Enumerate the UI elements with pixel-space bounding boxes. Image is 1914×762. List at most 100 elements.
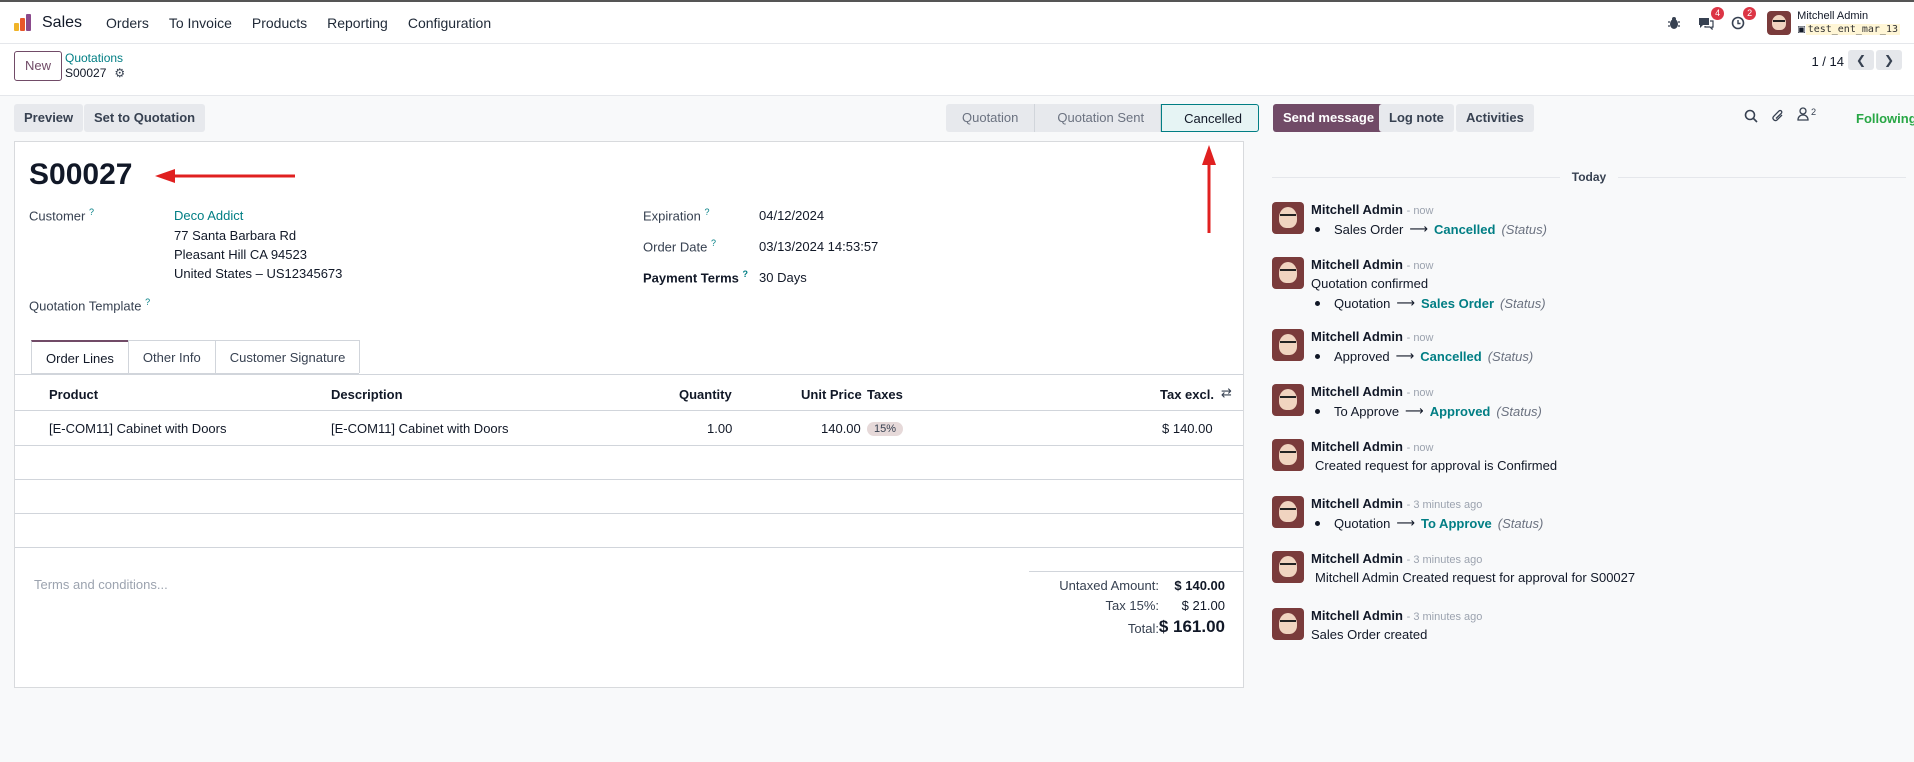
- message-body: Quotation confirmed Quotation ⟶ Sales Or…: [1311, 276, 1546, 311]
- row-quantity[interactable]: 1.00: [707, 421, 732, 436]
- terms-field[interactable]: Terms and conditions...: [34, 577, 168, 592]
- untaxed-amount-value: $ 140.00: [1174, 578, 1225, 593]
- table-row-line: [15, 513, 1243, 514]
- message-avatar[interactable]: [1272, 257, 1304, 289]
- row-description[interactable]: [E-COM11] Cabinet with Doors: [331, 421, 509, 436]
- order-date-field[interactable]: 03/13/2024 14:53:57: [759, 239, 878, 254]
- message-body: Sales Order ⟶ Cancelled (Status): [1311, 221, 1547, 237]
- stage-quotation-sent[interactable]: Quotation Sent: [1035, 104, 1162, 132]
- menu-reporting[interactable]: Reporting: [327, 15, 388, 31]
- paperclip-icon[interactable]: [1771, 109, 1785, 126]
- menu-configuration[interactable]: Configuration: [408, 15, 491, 31]
- send-message-button[interactable]: Send message: [1273, 104, 1385, 132]
- header-unit-price[interactable]: Unit Price: [801, 387, 862, 402]
- record-title: S00027: [29, 158, 133, 191]
- preview-button[interactable]: Preview: [14, 104, 84, 132]
- message-avatar[interactable]: [1272, 551, 1304, 583]
- untaxed-amount-label: Untaxed Amount:: [1059, 578, 1159, 593]
- message-author: Mitchell Admin - now: [1311, 384, 1434, 399]
- header-quantity[interactable]: Quantity: [679, 387, 732, 402]
- chatter-message: Mitchell Admin - now Created request for…: [1272, 439, 1906, 473]
- tab-divider: [15, 374, 1243, 375]
- stage-cancelled[interactable]: Cancelled: [1161, 104, 1259, 132]
- user-menu[interactable]: Mitchell Admin ▣ test_ent_mar_13: [1767, 10, 1900, 36]
- date-separator: Today: [1272, 170, 1907, 184]
- set-to-quotation-button[interactable]: Set to Quotation: [84, 104, 206, 132]
- tab-customer-signature[interactable]: Customer Signature: [214, 340, 361, 373]
- tax-badge: 15%: [867, 422, 904, 436]
- log-note-button[interactable]: Log note: [1379, 104, 1454, 132]
- tab-order-lines[interactable]: Order Lines: [31, 340, 129, 373]
- activities-button[interactable]: Activities: [1456, 104, 1534, 132]
- row-product[interactable]: [E-COM11] Cabinet with Doors: [49, 421, 227, 436]
- chevron-right-icon: ❯: [1883, 53, 1895, 67]
- header-taxes[interactable]: Taxes: [867, 387, 903, 402]
- message-avatar[interactable]: [1272, 329, 1304, 361]
- message-avatar[interactable]: [1272, 202, 1304, 234]
- sales-app-logo-icon[interactable]: [14, 13, 34, 33]
- row-unit-price[interactable]: 140.00: [821, 421, 861, 436]
- message-author: Mitchell Admin - 3 minutes ago: [1311, 496, 1483, 511]
- message-avatar[interactable]: [1272, 496, 1304, 528]
- expiration-field[interactable]: 04/12/2024: [759, 208, 824, 223]
- address-line-3: United States – US12345673: [174, 266, 343, 281]
- pager-next-button[interactable]: ❯: [1876, 50, 1902, 70]
- menu-to-invoice[interactable]: To Invoice: [169, 15, 232, 31]
- address-line-2: Pleasant Hill CA 94523: [174, 247, 307, 262]
- date-separator-label: Today: [1571, 170, 1607, 184]
- messages-count-badge: 4: [1711, 7, 1725, 20]
- message-avatar[interactable]: [1272, 608, 1304, 640]
- tracking-line: Quotation ⟶ To Approve (Status): [1311, 515, 1543, 531]
- quotation-template-label: Quotation Template ?: [29, 297, 151, 314]
- header-description[interactable]: Description: [331, 387, 403, 402]
- activities-clock-icon[interactable]: 2: [1729, 7, 1757, 32]
- search-icon[interactable]: [1744, 109, 1758, 126]
- message-text: Created request for approval is Confirme…: [1315, 458, 1558, 473]
- breadcrumb-current-label: S00027: [65, 66, 107, 80]
- breadcrumb-quotations-link[interactable]: Quotations: [65, 51, 123, 65]
- message-avatar[interactable]: [1272, 384, 1304, 416]
- message-author: Mitchell Admin - now: [1311, 439, 1434, 454]
- control-panel: New Quotations S00027 ⚙ 1 / 14 ❮ ❯: [0, 44, 1914, 96]
- chatter-message: Mitchell Admin - 3 minutes ago Quotation…: [1272, 496, 1906, 531]
- form-sheet: S00027 Customer ? Deco Addict 77 Santa B…: [14, 141, 1244, 688]
- following-button[interactable]: Following: [1856, 111, 1914, 126]
- tracking-line: Approved ⟶ Cancelled (Status): [1311, 348, 1533, 364]
- status-bar: Quotation Quotation Sent Cancelled: [946, 104, 1259, 132]
- messages-icon[interactable]: 4: [1697, 7, 1725, 32]
- user-avatar[interactable]: [1767, 11, 1792, 35]
- notebook-tabs: Order Lines Other Info Customer Signatur…: [31, 340, 361, 374]
- optional-columns-icon[interactable]: ⇄: [1221, 385, 1232, 401]
- tracking-line: Quotation ⟶ Sales Order (Status): [1311, 295, 1546, 311]
- message-author: Mitchell Admin - now: [1311, 257, 1434, 272]
- header-product[interactable]: Product: [49, 387, 98, 402]
- followers-button[interactable]: 2: [1797, 107, 1816, 124]
- menu-orders[interactable]: Orders: [106, 15, 149, 31]
- tab-other-info[interactable]: Other Info: [127, 340, 216, 373]
- stage-quotation[interactable]: Quotation: [946, 104, 1036, 132]
- payment-terms-label: Payment Terms ?: [643, 269, 748, 286]
- pager-value[interactable]: 1 / 14: [1811, 54, 1844, 69]
- pager-previous-button[interactable]: ❮: [1848, 50, 1874, 70]
- chatter-message: Mitchell Admin - now Quotation confirmed…: [1272, 257, 1906, 311]
- chatter-message: Mitchell Admin - now To Approve ⟶ Approv…: [1272, 384, 1906, 419]
- arrow-right-icon: ⟶: [1395, 348, 1415, 363]
- menu-products[interactable]: Products: [252, 15, 307, 31]
- table-row-line: [15, 445, 1243, 446]
- table-row[interactable]: [E-COM11] Cabinet with Doors [E-COM11] C…: [15, 411, 1243, 445]
- customer-link[interactable]: Deco Addict: [174, 208, 243, 223]
- annotation-arrow-up: [1202, 145, 1216, 233]
- arrow-right-icon: ⟶: [1409, 221, 1429, 236]
- header-tax-excl[interactable]: Tax excl.: [1160, 387, 1214, 402]
- new-button[interactable]: New: [14, 51, 63, 81]
- bug-icon[interactable]: [1665, 14, 1683, 32]
- quotation-template-field[interactable]: [174, 294, 474, 314]
- row-taxes[interactable]: 15%: [867, 420, 904, 436]
- top-navbar: Sales Orders To Invoice Products Reporti…: [0, 0, 1914, 44]
- user-name: Mitchell Admin: [1797, 10, 1869, 22]
- gear-icon[interactable]: ⚙: [114, 66, 125, 80]
- payment-terms-field[interactable]: 30 Days: [759, 270, 807, 285]
- activities-count-badge: 2: [1743, 7, 1757, 20]
- message-avatar[interactable]: [1272, 439, 1304, 471]
- app-name[interactable]: Sales: [42, 14, 82, 32]
